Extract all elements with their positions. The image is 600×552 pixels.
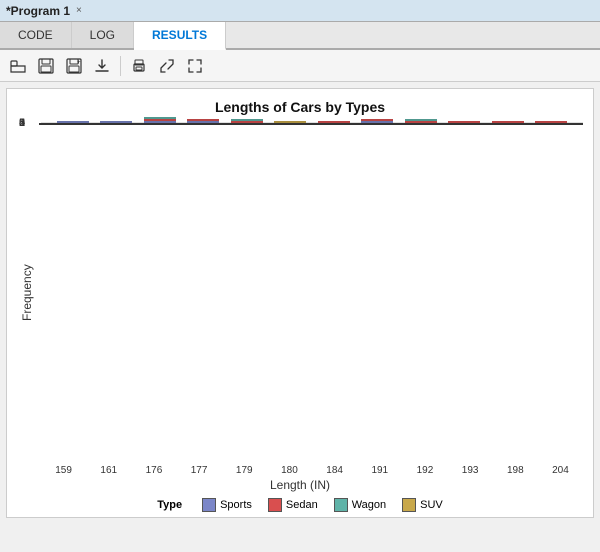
bar-segment-sedan — [405, 121, 437, 123]
x-tick-label: 179 — [222, 465, 267, 476]
x-tick-label: 192 — [402, 465, 447, 476]
download-button[interactable] — [90, 54, 114, 78]
legend: Type Sports Sedan Wagon SUV — [17, 498, 583, 512]
saveas-button[interactable]: + — [62, 54, 86, 78]
bar-group — [443, 121, 487, 123]
bar-segment-sedan — [231, 121, 263, 123]
bar-segment-sports — [100, 121, 132, 123]
x-tick-label: 161 — [86, 465, 131, 476]
legend-sports-label: Sports — [220, 499, 252, 511]
bar-segment-sedan — [448, 121, 480, 123]
legend-wagon-box — [334, 498, 348, 512]
bar-stack — [187, 119, 219, 123]
x-tick-label: 180 — [267, 465, 312, 476]
bar-segment-sports — [187, 121, 219, 123]
bar-segment-sports — [57, 121, 89, 123]
bar-group — [530, 121, 574, 123]
legend-item-sedan: Sedan — [268, 498, 318, 512]
bar-group — [312, 121, 356, 123]
bar-stack — [144, 117, 176, 123]
bar-segment-sedan — [492, 121, 524, 123]
chart-container: Lengths of Cars by Types Frequency 01234… — [6, 88, 594, 518]
bar-stack — [57, 121, 89, 123]
svg-text:+: + — [77, 60, 81, 66]
tab-log[interactable]: LOG — [72, 22, 134, 48]
x-axis-label: Length (IN) — [17, 478, 583, 492]
x-tick-label: 193 — [448, 465, 493, 476]
legend-item-suv: SUV — [402, 498, 443, 512]
bar-group — [138, 117, 182, 123]
bar-group — [225, 119, 269, 123]
bar-stack — [405, 119, 437, 123]
bar-group — [356, 119, 400, 123]
bar-stack — [274, 121, 306, 123]
x-tick-label: 204 — [538, 465, 583, 476]
legend-title: Type — [157, 499, 182, 511]
open-button[interactable] — [6, 54, 30, 78]
tab-code[interactable]: CODE — [0, 22, 72, 48]
bar-stack — [231, 119, 263, 123]
bar-stack — [100, 121, 132, 123]
bar-group — [51, 121, 95, 123]
bar-segment-sports — [361, 121, 393, 123]
chart-plot: 0123456 — [39, 123, 583, 125]
chart-inner: Frequency 0123456 — [17, 123, 583, 463]
bar-stack — [361, 119, 393, 123]
bar-stack — [492, 121, 524, 123]
legend-sports-box — [202, 498, 216, 512]
bar-group — [269, 121, 313, 123]
toolbar: + — [0, 50, 600, 82]
x-tick-label: 198 — [493, 465, 538, 476]
x-labels: 159161176177179180184191192193198204 — [17, 465, 583, 476]
fullscreen-button[interactable] — [183, 54, 207, 78]
bar-segment-suv — [274, 121, 306, 123]
x-tick-label: 191 — [357, 465, 402, 476]
x-tick-label: 176 — [131, 465, 176, 476]
tab-bar: CODE LOG RESULTS — [0, 22, 600, 50]
legend-sedan-label: Sedan — [286, 499, 318, 511]
legend-suv-label: SUV — [420, 499, 443, 511]
legend-sedan-box — [268, 498, 282, 512]
bar-stack — [535, 121, 567, 123]
window-title: *Program 1 — [6, 4, 70, 18]
save-button[interactable] — [34, 54, 58, 78]
legend-item-sports: Sports — [202, 498, 252, 512]
title-bar: *Program 1 × — [0, 0, 600, 22]
x-tick-label: 177 — [177, 465, 222, 476]
close-button[interactable]: × — [76, 5, 82, 16]
bar-group — [399, 119, 443, 123]
chart-title: Lengths of Cars by Types — [17, 99, 583, 115]
bar-segment-sports — [144, 121, 176, 123]
legend-suv-box — [402, 498, 416, 512]
toolbar-separator — [120, 56, 121, 76]
bar-group — [95, 121, 139, 123]
bar-segment-sedan — [318, 121, 350, 123]
legend-wagon-label: Wagon — [352, 499, 386, 511]
bar-stack — [448, 121, 480, 123]
expand-button[interactable] — [155, 54, 179, 78]
bar-group — [486, 121, 530, 123]
y-tick-label: 6 — [19, 117, 25, 129]
bar-group — [182, 119, 226, 123]
y-axis-label: Frequency — [17, 123, 37, 463]
tab-results[interactable]: RESULTS — [134, 22, 226, 50]
x-tick-label: 184 — [312, 465, 357, 476]
print-button[interactable] — [127, 54, 151, 78]
x-tick-label: 159 — [41, 465, 86, 476]
legend-item-wagon: Wagon — [334, 498, 386, 512]
bar-stack — [318, 121, 350, 123]
bar-segment-sedan — [535, 121, 567, 123]
